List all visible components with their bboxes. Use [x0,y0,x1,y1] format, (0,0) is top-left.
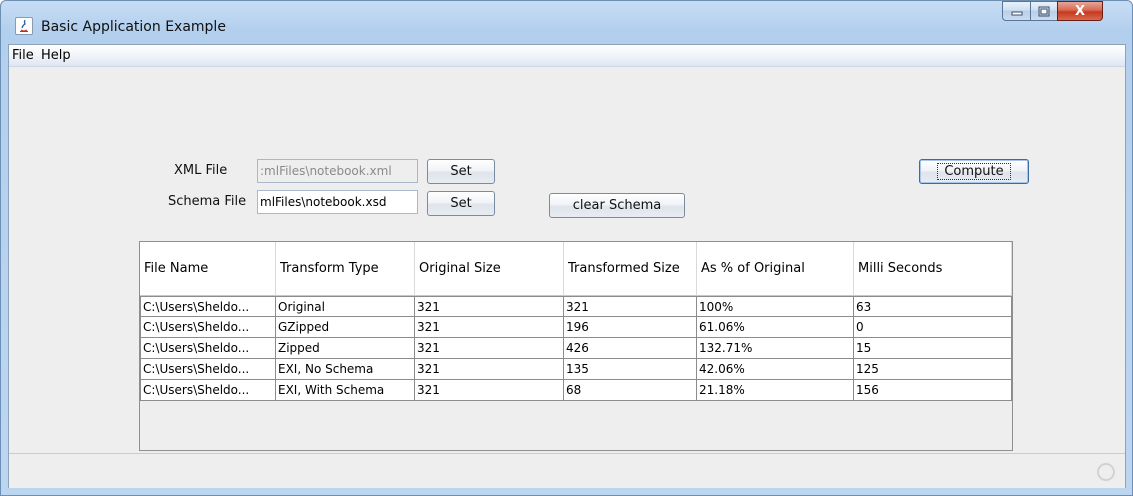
cell-percent[interactable]: 132.71% [697,338,854,359]
cell-original-size[interactable]: 321 [415,359,564,380]
cell-transform-type[interactable]: Zipped [276,338,415,359]
menu-bar: File Help [9,45,1125,67]
compute-button[interactable]: Compute [919,159,1029,184]
table-row[interactable]: C:\Users\Sheldo... EXI, With Schema 321 … [140,380,1012,401]
close-button[interactable]: X [1057,1,1103,21]
table-row[interactable]: C:\Users\Sheldo... EXI, No Schema 321 13… [140,359,1012,380]
column-header-transformed-size[interactable]: Transformed Size [564,242,697,296]
cell-percent[interactable]: 21.18% [697,380,854,401]
menu-help[interactable]: Help [41,48,71,63]
window-controls: X [1002,1,1126,22]
title-bar[interactable]: Basic Application Example X [1,1,1132,44]
table-row[interactable]: C:\Users\Sheldo... Zipped 321 426 132.71… [140,338,1012,359]
cell-transform-type[interactable]: EXI, With Schema [276,380,415,401]
window-title: Basic Application Example [41,19,226,35]
schema-set-button[interactable]: Set [427,191,495,216]
minimize-icon [1011,11,1022,16]
cell-milli-seconds[interactable]: 125 [854,359,1012,380]
cell-original-size[interactable]: 321 [415,296,564,317]
column-header-milli-seconds[interactable]: Milli Seconds [854,242,1012,296]
cell-transformed-size[interactable]: 135 [564,359,697,380]
schema-file-label: Schema File [168,194,247,209]
minimize-button[interactable] [1002,1,1030,21]
table-body: C:\Users\Sheldo... Original 321 321 100%… [140,296,1012,401]
column-header-transform-type[interactable]: Transform Type [276,242,415,296]
column-header-percent-of-original[interactable]: As % of Original [697,242,854,296]
application-window: Basic Application Example X File Help XM… [0,0,1133,496]
xml-file-label: XML File [174,163,228,178]
cell-milli-seconds[interactable]: 63 [854,296,1012,317]
status-bar [9,453,1125,488]
table-row[interactable]: C:\Users\Sheldo... GZipped 321 196 61.06… [140,317,1012,338]
table-row[interactable]: C:\Users\Sheldo... Original 321 321 100%… [140,296,1012,317]
java-icon[interactable] [15,17,33,35]
cell-milli-seconds[interactable]: 156 [854,380,1012,401]
clear-schema-button[interactable]: clear Schema [549,193,685,218]
compute-label: Compute [937,163,1011,180]
close-icon: X [1074,3,1086,19]
cell-file-name[interactable]: C:\Users\Sheldo... [140,380,276,401]
cell-transformed-size[interactable]: 196 [564,317,697,338]
xml-file-field[interactable]: :mlFiles\notebook.xml [257,159,418,183]
maximize-button[interactable] [1030,1,1057,21]
cell-original-size[interactable]: 321 [415,338,564,359]
xml-set-button[interactable]: Set [427,159,495,184]
column-header-original-size[interactable]: Original Size [415,242,564,296]
cell-percent[interactable]: 42.06% [697,359,854,380]
column-header-file-name[interactable]: File Name [140,242,276,296]
maximize-icon [1038,6,1050,16]
cell-file-name[interactable]: C:\Users\Sheldo... [140,359,276,380]
cell-file-name[interactable]: C:\Users\Sheldo... [140,317,276,338]
busy-indicator-icon [1097,463,1115,481]
cell-milli-seconds[interactable]: 0 [854,317,1012,338]
client-area: File Help XML File :mlFiles\notebook.xml… [8,44,1126,488]
cell-transformed-size[interactable]: 68 [564,380,697,401]
cell-original-size[interactable]: 321 [415,380,564,401]
cell-transform-type[interactable]: GZipped [276,317,415,338]
cell-percent[interactable]: 61.06% [697,317,854,338]
cell-original-size[interactable]: 321 [415,317,564,338]
cell-milli-seconds[interactable]: 15 [854,338,1012,359]
cell-file-name[interactable]: C:\Users\Sheldo... [140,296,276,317]
cell-percent[interactable]: 100% [697,296,854,317]
schema-file-field[interactable]: mlFiles\notebook.xsd [257,190,418,214]
cell-file-name[interactable]: C:\Users\Sheldo... [140,338,276,359]
cell-transformed-size[interactable]: 321 [564,296,697,317]
results-table[interactable]: File Name Transform Type Original Size T… [139,241,1013,451]
cell-transform-type[interactable]: Original [276,296,415,317]
table-header: File Name Transform Type Original Size T… [140,242,1012,296]
cell-transformed-size[interactable]: 426 [564,338,697,359]
cell-transform-type[interactable]: EXI, No Schema [276,359,415,380]
menu-file[interactable]: File [12,48,34,63]
